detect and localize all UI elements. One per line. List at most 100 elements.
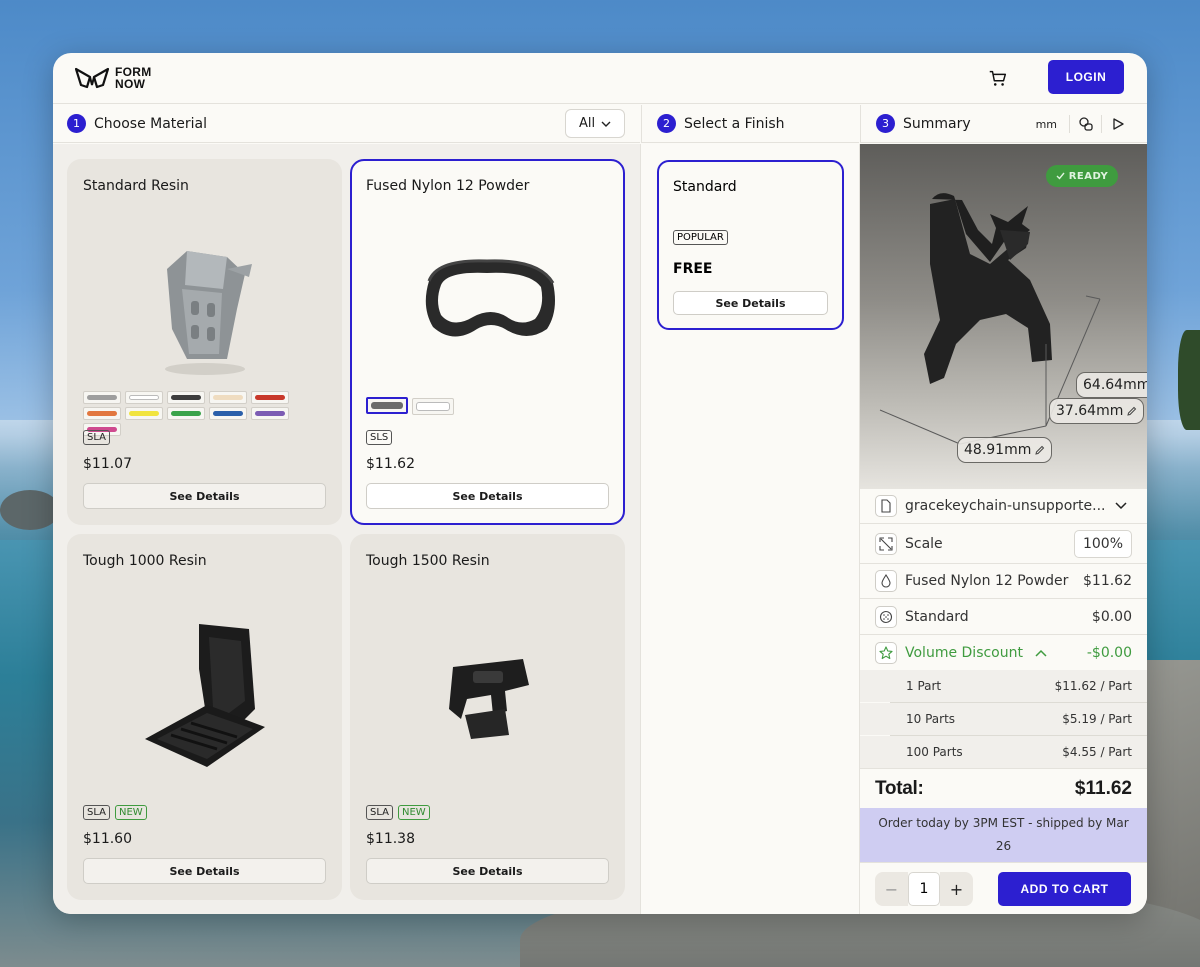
finish-summary-price: $0.00 <box>1091 608 1132 625</box>
finish-summary-row: Standard $0.00 <box>860 599 1147 635</box>
color-swatches <box>83 391 289 436</box>
choose-material-header: 1 Choose Material All <box>53 105 640 143</box>
tier-price: $11.62 / Part <box>1054 679 1132 693</box>
filter-value: All <box>578 116 596 131</box>
color-swatch[interactable] <box>167 391 205 404</box>
material-filter-select[interactable]: All <box>565 109 625 138</box>
finish-card-standard[interactable]: Standard POPULAR FREE See Details <box>657 160 844 330</box>
color-swatch[interactable] <box>251 407 289 420</box>
process-tag: SLA <box>83 805 110 820</box>
texture-icon <box>875 605 897 628</box>
color-swatch[interactable] <box>251 391 289 404</box>
material-card-standard-resin[interactable]: Standard Resin SLA $11.07 See Details <box>67 159 342 525</box>
process-tag: SLA <box>83 430 110 445</box>
shipping-banner: Order today by 3PM EST - shipped by Mar … <box>860 808 1147 862</box>
material-summary-label: Fused Nylon 12 Powder <box>905 573 1069 589</box>
see-details-button[interactable]: See Details <box>83 858 326 884</box>
color-swatch-selected[interactable] <box>366 397 408 414</box>
login-button[interactable]: LOGIN <box>1048 60 1124 94</box>
dimension-x-field[interactable]: 48.91mm <box>957 437 1053 463</box>
brand-name-line2: NOW <box>115 77 146 91</box>
dimension-value: 37.64mm <box>1056 403 1124 419</box>
section-title: Choose Material <box>94 115 208 132</box>
material-card-tough-1500[interactable]: Tough 1500 Resin SLA NEW $11.38 See Deta… <box>350 534 625 900</box>
see-details-button[interactable]: See Details <box>673 291 828 315</box>
scale-input[interactable]: 100% <box>1074 529 1132 558</box>
see-details-button[interactable]: See Details <box>83 483 326 509</box>
color-swatch[interactable] <box>412 398 454 415</box>
see-details-button[interactable]: See Details <box>366 858 609 884</box>
material-grid: Standard Resin SLA $11.07 See Details Fu… <box>53 144 640 914</box>
tough-1000-part-image <box>145 624 265 767</box>
tough-1500-part-image <box>449 659 529 739</box>
color-swatch[interactable] <box>83 407 121 420</box>
color-swatch[interactable] <box>83 391 121 404</box>
material-summary-price: $11.62 <box>1083 573 1132 589</box>
step-number: 2 <box>657 114 676 133</box>
quantity-stepper: − 1 + <box>875 872 973 906</box>
dimension-value: 64.64mm <box>1083 377 1147 393</box>
scale-icon <box>875 532 897 555</box>
material-card-tough-1000[interactable]: Tough 1000 Resin SLA NEW $11.60 See Deta… <box>67 534 342 900</box>
play-icon[interactable] <box>1101 115 1133 133</box>
increase-quantity-button[interactable]: + <box>940 872 973 906</box>
chevron-down-icon[interactable] <box>1115 502 1127 510</box>
tier-quantity: 1 Part <box>906 679 942 693</box>
standard-resin-part-image <box>165 251 252 375</box>
tier-price: $4.55 / Part <box>1062 745 1132 759</box>
material-name: Fused Nylon 12 Powder <box>366 178 530 194</box>
finish-price: FREE <box>673 261 713 277</box>
scale-label: Scale <box>905 535 943 552</box>
quantity-input[interactable]: 1 <box>908 872 940 906</box>
price-tier-row: 1 Part $11.62 / Part <box>860 670 1147 702</box>
background-tree <box>1178 330 1200 430</box>
select-finish-header: 2 Select a Finish <box>641 105 859 143</box>
finish-list: Standard POPULAR FREE See Details <box>640 144 860 914</box>
decrease-quantity-button[interactable]: − <box>875 872 908 906</box>
star-icon <box>875 641 897 664</box>
see-details-button[interactable]: See Details <box>366 483 609 509</box>
total-row: Total: $11.62 <box>860 768 1147 808</box>
color-swatch[interactable] <box>167 407 205 420</box>
material-price: $11.38 <box>366 831 415 847</box>
material-name: Standard Resin <box>83 178 189 194</box>
section-title: Summary <box>903 115 971 132</box>
file-selector[interactable]: gracekeychain-unsupporte... <box>860 489 1147 524</box>
step-number: 3 <box>876 114 895 133</box>
color-swatch[interactable] <box>125 391 163 404</box>
tier-price: $5.19 / Part <box>1062 712 1132 726</box>
color-swatch[interactable] <box>125 407 163 420</box>
color-swatches <box>366 397 454 415</box>
chevron-down-icon <box>601 121 611 127</box>
price-tier-row: 100 Parts $4.55 / Part <box>860 736 1147 768</box>
material-summary-row: Fused Nylon 12 Powder $11.62 <box>860 564 1147 599</box>
process-tag: SLS <box>366 430 393 445</box>
shapes-icon[interactable] <box>1069 115 1101 133</box>
summary-panel: READY 64.64mm 37.64mm 48.91mm gracekeych… <box>859 144 1147 914</box>
total-value: $11.62 <box>1074 777 1132 799</box>
volume-discount-value: -$0.00 <box>1086 644 1132 661</box>
unit-toggle[interactable]: mm <box>1036 118 1069 131</box>
material-name: Tough 1500 Resin <box>366 553 490 569</box>
color-swatch[interactable] <box>209 391 247 404</box>
price-tier-row: 10 Parts $5.19 / Part <box>860 703 1147 735</box>
brand-logo[interactable]: FORM NOW <box>75 65 152 91</box>
checkout-bar: − 1 + ADD TO CART <box>860 862 1147 914</box>
background-rock <box>0 490 60 530</box>
tag-list: SLA NEW <box>83 805 147 820</box>
viewer-tools: mm <box>1036 115 1133 133</box>
scale-row: Scale 100% <box>860 524 1147 564</box>
droplet-icon <box>875 570 897 592</box>
volume-discount-toggle[interactable]: Volume Discount -$0.00 <box>860 635 1147 670</box>
dimension-y-field[interactable]: 37.64mm <box>1049 398 1145 424</box>
check-icon <box>1056 172 1065 180</box>
material-card-fused-nylon-12[interactable]: Fused Nylon 12 Powder SLS $11.62 See Det… <box>350 159 625 525</box>
pencil-icon[interactable] <box>1034 445 1045 456</box>
model-viewer[interactable]: READY 64.64mm 37.64mm 48.91mm <box>860 144 1147 489</box>
volume-discount-label: Volume Discount <box>905 644 1023 661</box>
cart-icon[interactable] <box>987 67 1009 89</box>
pencil-icon[interactable] <box>1126 406 1137 417</box>
color-swatch[interactable] <box>209 407 247 420</box>
file-icon <box>875 495 897 517</box>
add-to-cart-button[interactable]: ADD TO CART <box>998 872 1131 906</box>
